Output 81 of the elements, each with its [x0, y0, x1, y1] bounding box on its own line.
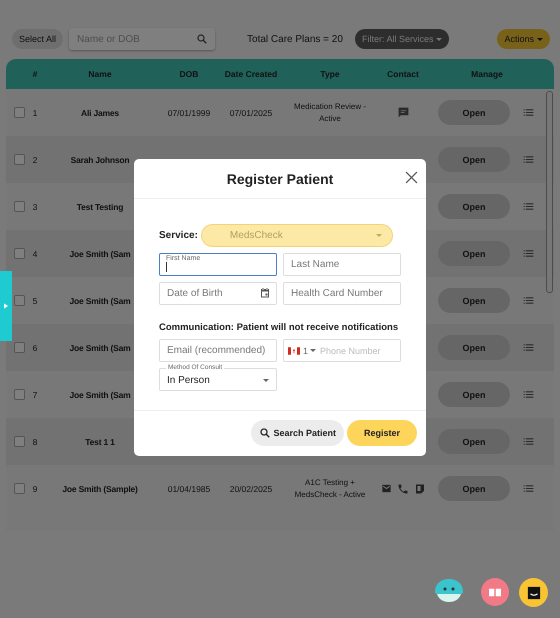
open-button[interactable]: Open	[438, 288, 510, 313]
column-header: Manage	[470, 69, 504, 79]
patient-name: Joe Smith (Sam	[68, 296, 132, 306]
row-checkbox[interactable]	[14, 248, 25, 259]
country-code[interactable]: 1	[303, 346, 308, 356]
service-label: Service:	[159, 230, 198, 241]
row-number: 2	[32, 154, 38, 164]
row-checkbox[interactable]	[14, 436, 25, 447]
patient-name: Sarah Johnson	[70, 154, 130, 164]
chat-support-button[interactable]	[519, 578, 548, 607]
search-patient-button[interactable]: Search Patient	[251, 420, 344, 446]
type-cell: Medication Review - Active	[294, 102, 366, 122]
row-number: 7	[32, 390, 38, 400]
column-header: Contact	[386, 69, 420, 79]
type-cell: A1C Testing + MedsCheck - Active	[294, 478, 366, 498]
row-checkbox[interactable]	[14, 483, 25, 494]
patient-name: Joe Smith (Sample)	[61, 484, 139, 494]
patient-name: Joe Smith (Sam	[68, 342, 132, 352]
open-button[interactable]: Open	[438, 100, 510, 125]
register-button[interactable]: Register	[347, 420, 417, 446]
mail-icon[interactable]	[380, 483, 392, 494]
open-button[interactable]: Open	[438, 476, 510, 501]
row-checkbox[interactable]	[14, 342, 25, 353]
row-number: 4	[32, 248, 38, 258]
caret-icon[interactable]	[310, 349, 316, 352]
date-created-cell: 20/02/2025	[230, 484, 272, 494]
row-checkbox[interactable]	[14, 154, 25, 165]
close-icon[interactable]	[405, 171, 418, 184]
row-number: 5	[32, 296, 38, 306]
dialog-title: Register Patient	[226, 170, 334, 186]
dob-cell: 07/01/1999	[168, 108, 210, 118]
column-header: Type	[319, 69, 341, 79]
open-button[interactable]: Open	[438, 382, 510, 407]
total-count: Total Care Plans = 20	[247, 34, 343, 44]
date-created-cell: 07/01/2025	[230, 108, 272, 118]
row-number: 9	[32, 484, 38, 494]
phone-field[interactable]: 1 Phone Number	[283, 339, 401, 362]
row-checkbox[interactable]	[14, 201, 25, 212]
date-field[interactable]: Date of Birth	[159, 282, 277, 305]
actions-button[interactable]: Actions	[497, 29, 550, 49]
phone-number-input[interactable]: Phone Number	[320, 346, 396, 356]
row-checkbox[interactable]	[14, 107, 25, 118]
select-all-button[interactable]: Select All	[12, 29, 64, 49]
open-button[interactable]: Open	[438, 241, 510, 266]
patient-name: Joe Smith (Sam	[68, 248, 132, 258]
input-field[interactable]	[159, 253, 277, 276]
scrollbar[interactable]	[546, 91, 553, 293]
column-header: DOB	[178, 69, 200, 79]
patient-name: Joe Smith (Sam	[68, 390, 132, 400]
column-header: Date Created	[224, 69, 278, 79]
open-button[interactable]: Open	[438, 147, 510, 172]
chat-icon[interactable]	[396, 106, 410, 119]
open-button[interactable]: Open	[438, 429, 510, 454]
open-button[interactable]: Open	[438, 194, 510, 219]
flag-icon	[288, 346, 300, 354]
text-cursor	[166, 262, 167, 272]
guide-button[interactable]	[481, 578, 509, 606]
patient-name: Ali James	[80, 108, 120, 118]
patient-name: Test Testing	[76, 202, 124, 212]
search-icon	[259, 427, 272, 439]
row-number: 1	[32, 108, 38, 118]
row-checkbox[interactable]	[14, 389, 25, 400]
row-number: 3	[32, 202, 38, 212]
communication-note: Communication: Patient will not receive notifications	[159, 322, 400, 333]
search-icon[interactable]	[196, 33, 208, 45]
row-checkbox[interactable]	[14, 295, 25, 306]
row-number: 8	[32, 436, 38, 446]
phone-icon[interactable]	[396, 482, 408, 494]
open-button[interactable]: Open	[438, 335, 510, 360]
column-header: Name	[87, 69, 113, 79]
service-dropdown[interactable]: MedsCheck	[200, 224, 393, 247]
book-icon[interactable]	[489, 588, 501, 596]
dob-cell: 01/04/1985	[168, 484, 210, 494]
patient-name: Test 1 1	[84, 436, 116, 446]
calendar-icon[interactable]	[259, 287, 271, 299]
note-icon[interactable]	[414, 482, 426, 494]
whale-mascot-icon[interactable]	[432, 578, 466, 604]
filter-button[interactable]: Filter: All Services	[354, 29, 450, 49]
row-number: 6	[32, 342, 38, 352]
message-icon[interactable]	[526, 586, 540, 600]
column-header: #	[32, 69, 38, 79]
